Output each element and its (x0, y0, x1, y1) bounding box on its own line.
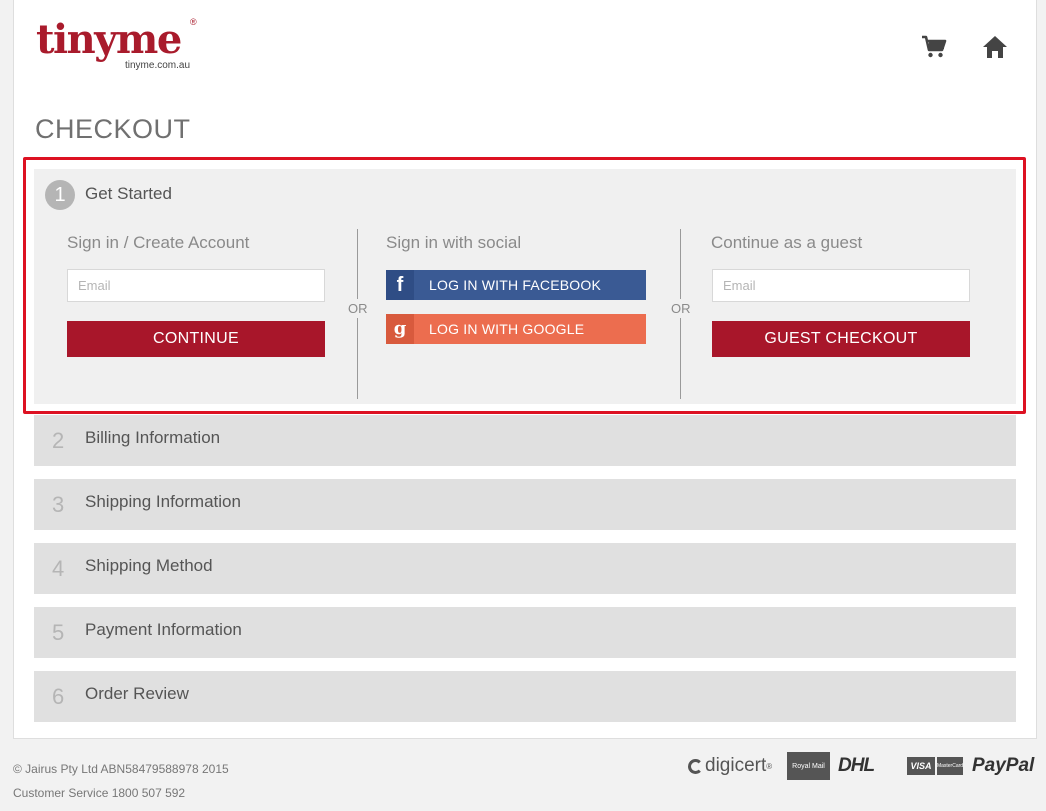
logo-registered-mark: ® (190, 17, 197, 27)
step-number: 6 (52, 684, 65, 709)
step-title: Billing Information (85, 428, 221, 447)
paypal-badge: PayPal (972, 755, 1035, 776)
facebook-login-button[interactable]: f LOG IN WITH FACEBOOK (386, 270, 646, 300)
copyright-text: © Jairus Pty Ltd ABN58479588978 2015 (13, 762, 229, 776)
continue-button[interactable]: CONTINUE (67, 321, 325, 357)
mastercard-badge: MasterCard (937, 757, 963, 775)
dhl-badge: DHL (838, 755, 875, 776)
cart-icon[interactable] (920, 33, 948, 61)
guest-checkout-button[interactable]: GUEST CHECKOUT (712, 321, 970, 357)
brand-logo[interactable]: tinyme ® tinyme.com.au (36, 14, 206, 74)
digicert-logo-icon (688, 758, 703, 774)
digicert-label: digicert (705, 755, 767, 776)
digicert-badge: digicert ® (688, 752, 772, 780)
google-login-label: LOG IN WITH GOOGLE (429, 321, 585, 337)
social-heading: Sign in with social (386, 233, 522, 252)
home-icon[interactable] (981, 33, 1009, 61)
google-login-button[interactable]: g LOG IN WITH GOOGLE (386, 314, 646, 344)
logo-url: tinyme.com.au (125, 60, 191, 71)
facebook-login-label: LOG IN WITH FACEBOOK (429, 277, 602, 293)
footer-info: © Jairus Pty Ltd ABN58479588978 2015 Cus… (13, 757, 229, 805)
sign-in-email-input[interactable] (67, 269, 325, 302)
facebook-icon: f (386, 270, 414, 300)
logo-wordmark: tinyme (36, 16, 182, 63)
google-icon: g (386, 314, 414, 344)
digicert-registered: ® (766, 761, 773, 771)
step-order-review[interactable]: 6 Order Review (34, 671, 1016, 722)
sign-in-heading: Sign in / Create Account (67, 233, 250, 252)
step-shipping-method[interactable]: 4 Shipping Method (34, 543, 1016, 594)
step-number: 4 (52, 556, 65, 581)
step-title: Shipping Information (85, 492, 241, 511)
or-separator: OR (671, 299, 691, 318)
or-separator: OR (348, 299, 368, 318)
step-number: 5 (52, 620, 65, 645)
page-title: CHECKOUT (35, 114, 191, 144)
guest-email-input[interactable] (712, 269, 970, 302)
step-get-started: 1 Get Started Sign in / Create Account C… (34, 169, 1016, 404)
step-title: Order Review (85, 684, 189, 703)
step-number: 3 (52, 492, 65, 517)
step-title: Shipping Method (85, 556, 213, 575)
guest-heading: Continue as a guest (711, 233, 863, 252)
step-number-badge: 1 (45, 180, 75, 210)
step-billing-information[interactable]: 2 Billing Information (34, 415, 1016, 466)
step-payment-information[interactable]: 5 Payment Information (34, 607, 1016, 658)
step-number: 2 (52, 428, 65, 453)
step-shipping-information[interactable]: 3 Shipping Information (34, 479, 1016, 530)
visa-badge: VISA (907, 757, 935, 775)
royal-mail-badge: Royal Mail (787, 752, 830, 780)
customer-service-text: Customer Service 1800 507 592 (13, 786, 186, 800)
step-title: Payment Information (85, 620, 242, 639)
step-title: Get Started (85, 184, 172, 203)
